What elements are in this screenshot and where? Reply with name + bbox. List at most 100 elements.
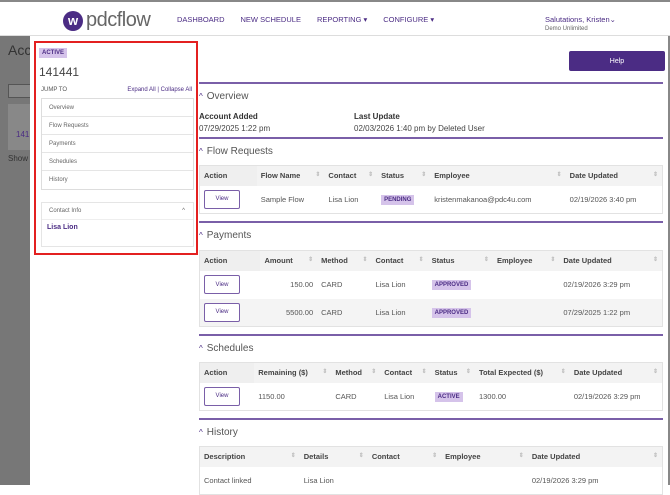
view-button[interactable]: View [204, 189, 240, 209]
pdcflow-logo[interactable]: w pdcflow [63, 9, 151, 32]
sort-icon[interactable]: ⇕ [421, 171, 426, 178]
table-cell: 02/19/2026 3:29 pm [528, 467, 663, 495]
date-updated-value: 02/19/2026 3:29 pm [563, 280, 631, 289]
column-header[interactable]: Contact ⇕ [371, 250, 428, 271]
column-header[interactable]: Date Updated ⇕ [527, 446, 663, 467]
history-table: Description ⇕ Details ⇕ Contact ⇕ Employee ⇕ Dat… [199, 446, 663, 495]
history-section-header[interactable]: ^ History [199, 427, 238, 438]
column-header[interactable]: Action [199, 165, 257, 186]
sort-icon[interactable]: ⇕ [557, 171, 562, 178]
sort-icon[interactable]: ⇕ [359, 452, 364, 459]
column-header[interactable]: Employee ⇕ [441, 446, 528, 467]
jump-history[interactable]: History [42, 171, 193, 189]
schedules-table: Action Remaining ($) ⇕ Method ⇕ Contact ⇕ Statu… [199, 362, 663, 411]
sort-icon[interactable]: ⇕ [466, 368, 471, 375]
column-header[interactable]: Flow Name ⇕ [256, 165, 325, 186]
overview-section-header[interactable]: ^ Overview [199, 91, 248, 102]
nav-configure[interactable]: CONFIGURE ▾ [383, 15, 434, 24]
collapse-all-link[interactable]: Collapse All [161, 87, 192, 93]
view-button[interactable]: View [204, 302, 240, 322]
column-header-label: Action [204, 256, 228, 266]
chevron-up-icon: ^ [199, 344, 203, 353]
column-header[interactable]: Action [199, 362, 255, 383]
schedules-section-header[interactable]: ^ Schedules [199, 343, 253, 354]
column-header[interactable]: Total Expected ($) ⇕ [474, 362, 570, 383]
column-header-label: Contact [384, 368, 413, 378]
column-header[interactable]: Date Updated ⇕ [569, 362, 663, 383]
nav-dashboard[interactable]: DASHBOARD [177, 15, 225, 24]
jump-overview[interactable]: Overview [42, 99, 193, 117]
nav-new-schedule[interactable]: NEW SCHEDULE [241, 15, 301, 24]
column-header[interactable]: Remaining ($) ⇕ [254, 362, 332, 383]
nav-reporting[interactable]: REPORTING ▾ [317, 15, 367, 24]
contact-link[interactable]: Lisa Lion [42, 220, 193, 231]
column-header[interactable]: Method ⇕ [331, 362, 381, 383]
date-updated-value: 07/29/2025 1:22 pm [563, 307, 631, 317]
sort-icon[interactable]: ⇕ [519, 452, 524, 459]
sort-icon[interactable]: ⇕ [432, 452, 437, 459]
jump-payments[interactable]: Payments [42, 135, 193, 153]
sort-icon[interactable]: ⇕ [484, 256, 489, 263]
column-header[interactable]: Employee ⇕ [430, 165, 566, 186]
column-header[interactable]: Date Updated ⇕ [565, 165, 663, 186]
sort-icon[interactable]: ⇕ [419, 256, 424, 263]
column-header[interactable]: Status ⇕ [377, 165, 431, 186]
column-header-label: Date Updated [563, 256, 612, 266]
column-header[interactable]: Status ⇕ [430, 362, 475, 383]
help-button[interactable]: Help [569, 51, 665, 71]
chevron-down-icon: ⌄ [609, 15, 616, 24]
column-header[interactable]: Amount ⇕ [260, 250, 318, 271]
sort-icon[interactable]: ⇕ [653, 256, 658, 263]
sort-icon[interactable]: ⇕ [368, 171, 373, 178]
jump-flow-requests[interactable]: Flow Requests [42, 117, 193, 135]
table-cell: View [199, 185, 257, 214]
caret-down-icon: ▾ [430, 15, 435, 24]
column-header-label: Employee [434, 171, 470, 181]
column-header[interactable]: Details ⇕ [299, 446, 368, 467]
sort-icon[interactable]: ⇕ [308, 256, 313, 263]
column-header[interactable]: Contact ⇕ [380, 362, 431, 383]
sort-icon[interactable]: ⇕ [322, 368, 327, 375]
description-value: Contact linked [204, 475, 252, 485]
sort-icon[interactable]: ⇕ [315, 171, 320, 178]
column-header-label: Total Expected ($) [478, 368, 543, 378]
sort-icon[interactable]: ⇕ [422, 368, 427, 375]
user-menu[interactable]: Salutations, Kristen⌄ [545, 15, 616, 24]
jump-schedules[interactable]: Schedules [42, 153, 193, 171]
column-header[interactable]: Action [199, 250, 261, 271]
column-header[interactable]: Employee ⇕ [492, 250, 560, 271]
view-button[interactable]: View [204, 275, 240, 294]
column-header[interactable]: Status ⇕ [427, 250, 493, 271]
details-value: Lisa Lion [303, 475, 334, 485]
payments-section-header[interactable]: ^ Payments [199, 230, 251, 241]
table-cell [441, 467, 528, 495]
table-row: View Sample Flow Lisa Lion PENDING kristenma… [199, 185, 663, 214]
column-header[interactable]: Contact ⇕ [367, 446, 442, 467]
contact-info-title: Contact Info [49, 208, 82, 214]
sort-icon[interactable]: ⇕ [291, 452, 296, 459]
table-cell: Lisa Lion [324, 186, 377, 214]
sort-icon[interactable]: ⇕ [362, 256, 367, 263]
sort-icon[interactable]: ⇕ [653, 452, 658, 459]
sort-icon[interactable]: ⇕ [653, 171, 658, 178]
flow-section-header[interactable]: ^ Flow Requests [199, 146, 273, 157]
contact-info-header[interactable]: Contact Info ^ [42, 203, 193, 220]
sort-icon[interactable]: ⇕ [371, 368, 376, 375]
column-header[interactable]: Method ⇕ [317, 250, 372, 271]
remaining--value: 1150.00 [258, 391, 285, 401]
column-header[interactable]: Description ⇕ [199, 446, 300, 467]
section-title: History [206, 427, 238, 438]
employee-value: kristenmakanoa@pdc4u.com [434, 194, 532, 204]
column-header-label: Flow Name [260, 171, 301, 181]
sort-icon[interactable]: ⇕ [653, 368, 658, 375]
table-cell: Lisa Lion [371, 298, 428, 327]
view-button[interactable]: View [204, 386, 240, 406]
status-badge: ACTIVE [434, 391, 463, 402]
expand-all-link[interactable]: Expand All [127, 87, 155, 93]
sort-icon[interactable]: ⇕ [550, 256, 555, 263]
background-row: 141 [16, 130, 30, 139]
sort-icon[interactable]: ⇕ [561, 368, 566, 375]
date-updated-value: 02/19/2026 3:40 pm [569, 194, 637, 204]
column-header[interactable]: Date Updated ⇕ [559, 250, 663, 271]
column-header[interactable]: Contact ⇕ [324, 165, 378, 186]
